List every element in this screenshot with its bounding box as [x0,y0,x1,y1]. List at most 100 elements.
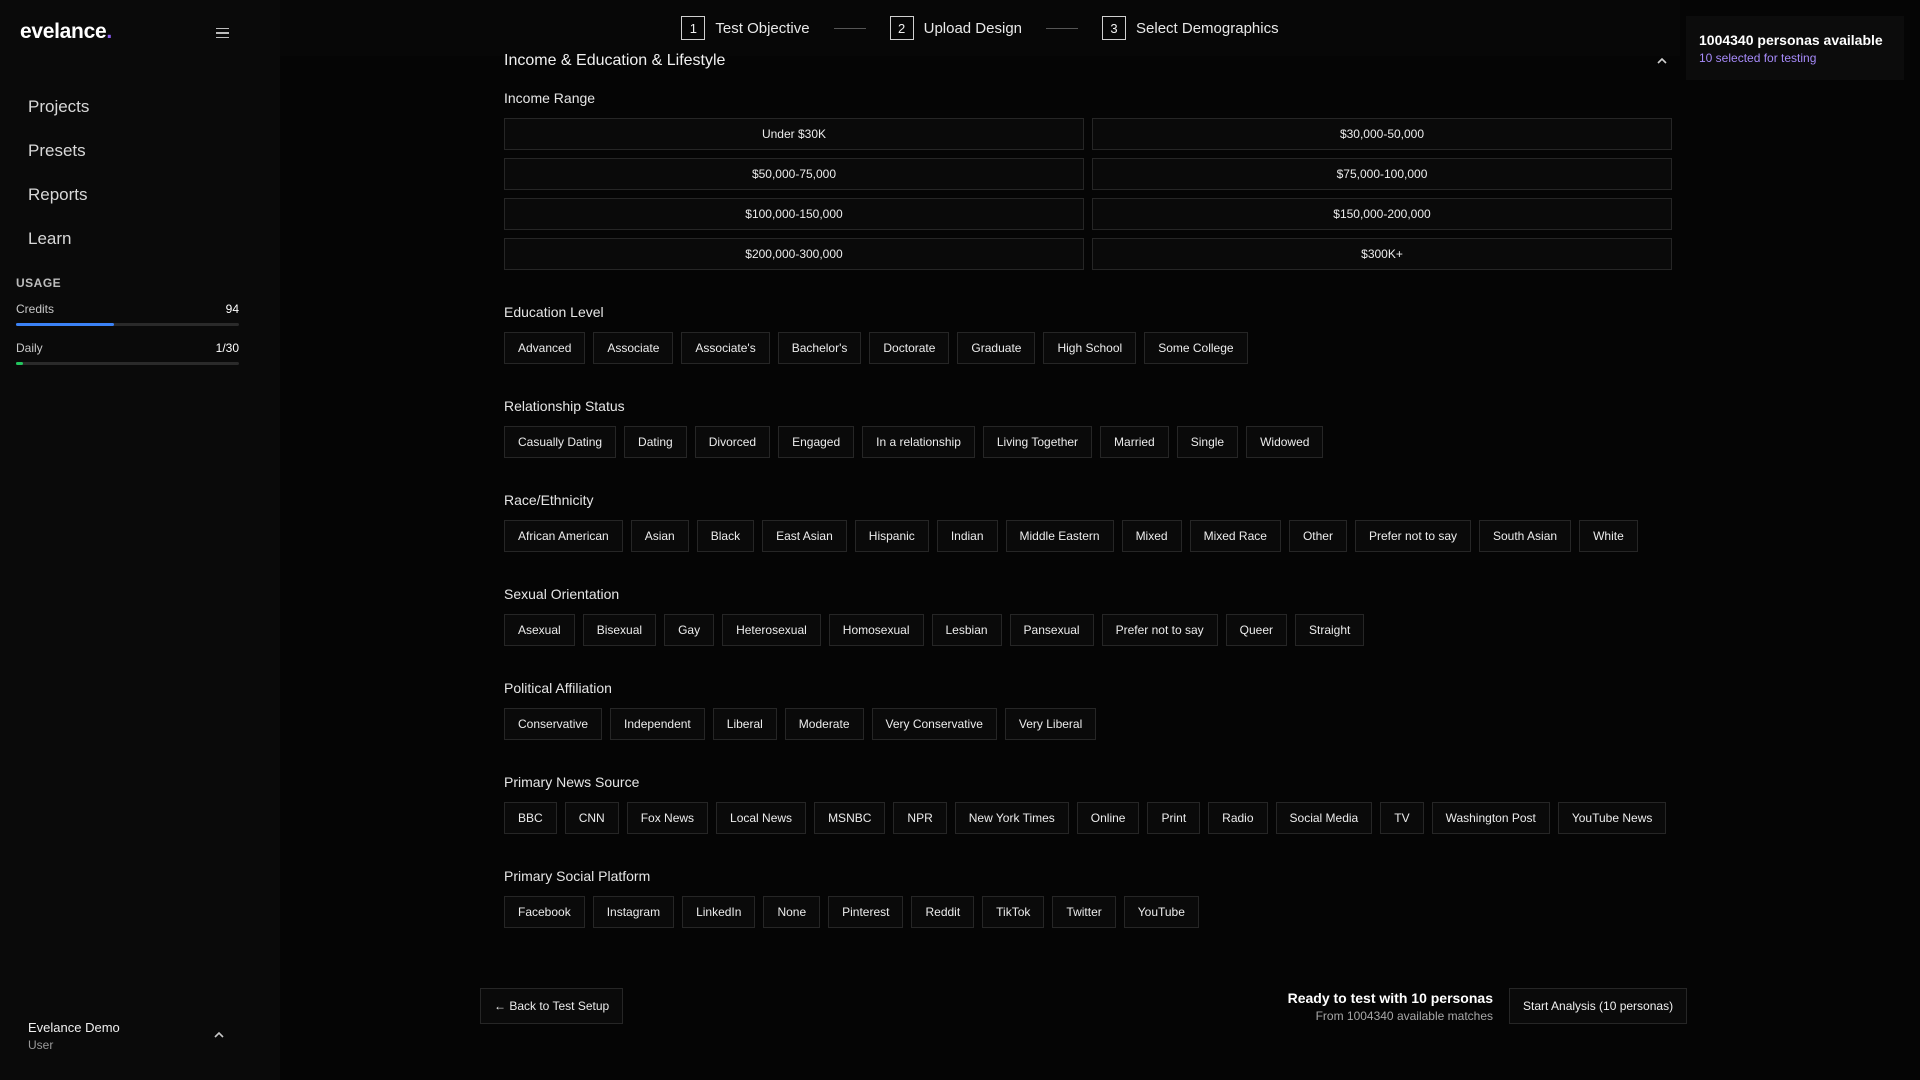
start-analysis-button[interactable]: Start Analysis (10 personas) [1509,988,1688,1024]
social-option-chip[interactable]: LinkedIn [682,896,756,928]
social-option-chip[interactable]: Twitter [1052,896,1116,928]
sidebar-item-presets[interactable]: Presets [28,136,89,180]
education-option-chip[interactable]: High School [1043,332,1137,364]
education-option-chip[interactable]: Some College [1144,332,1248,364]
credits-row: Credits 94 [16,302,239,316]
sidebar-item-reports[interactable]: Reports [28,180,89,224]
political-option-chip[interactable]: Moderate [784,708,864,740]
orientation-option-chip[interactable]: Heterosexual [722,614,821,646]
relationship-option-chip[interactable]: Divorced [694,426,771,458]
orientation-option-chip[interactable]: Asexual [504,614,575,646]
news-option-chip[interactable]: BBC [504,802,557,834]
income-option[interactable]: $75,000-100,000 [1092,158,1672,190]
race-option-chip[interactable]: Middle Eastern [1005,520,1114,552]
sidebar: evelance. Projects Presets Reports Learn… [0,0,280,1080]
news-option-chip[interactable]: Fox News [626,802,709,834]
sidebar-item-learn[interactable]: Learn [28,224,89,268]
income-option[interactable]: $100,000-150,000 [504,198,1084,230]
race-option-chip[interactable]: East Asian [762,520,847,552]
race-option-chip[interactable]: African American [504,520,623,552]
step-test-objective[interactable]: 1 Test Objective [681,16,810,40]
race-option-chip[interactable]: South Asian [1479,520,1572,552]
social-option-chip[interactable]: YouTube [1123,896,1199,928]
social-option-chip[interactable]: Reddit [911,896,975,928]
orientation-option-chip[interactable]: Lesbian [931,614,1002,646]
news-option-chip[interactable]: NPR [893,802,947,834]
news-option-chip[interactable]: Local News [716,802,807,834]
social-option-chip[interactable]: Facebook [504,896,585,928]
education-option-chip[interactable]: Advanced [504,332,586,364]
relationship-option-chip[interactable]: Married [1100,426,1169,458]
race-option-chip[interactable]: Asian [630,520,689,552]
social-option-chip[interactable]: Instagram [592,896,675,928]
education-option-chip[interactable]: Associate [593,332,674,364]
political-option-chip[interactable]: Independent [610,708,705,740]
orientation-option-chip[interactable]: Homosexual [828,614,924,646]
section-header[interactable]: Income & Education & Lifestyle [504,52,1672,70]
news-option-chip[interactable]: New York Times [954,802,1069,834]
orientation-option-chip[interactable]: Gay [664,614,715,646]
news-option-chip[interactable]: Radio [1208,802,1268,834]
news-option-chip[interactable]: YouTube News [1557,802,1667,834]
political-option-chip[interactable]: Conservative [504,708,603,740]
relationship-option-chip[interactable]: Engaged [778,426,855,458]
relationship-option-chip[interactable]: Casually Dating [504,426,617,458]
chevron-up-icon[interactable] [212,1028,226,1042]
income-option[interactable]: $300K+ [1092,238,1672,270]
step-select-demographics[interactable]: 3 Select Demographics [1102,16,1279,40]
race-option-chip[interactable]: Black [696,520,755,552]
income-option[interactable]: $30,000-50,000 [1092,118,1672,150]
orientation-option-chip[interactable]: Bisexual [582,614,657,646]
education-option-chip[interactable]: Bachelor's [777,332,862,364]
orientation-option-chip[interactable]: Prefer not to say [1101,614,1218,646]
news-option-chip[interactable]: Online [1076,802,1140,834]
race-option-chip[interactable]: Mixed [1121,520,1182,552]
news-option-chip[interactable]: Washington Post [1431,802,1550,834]
orientation-option-chip[interactable]: Pansexual [1009,614,1094,646]
relationship-option-chip[interactable]: Single [1176,426,1239,458]
news-option-chip[interactable]: Social Media [1275,802,1373,834]
orientation-option-chip[interactable]: Queer [1225,614,1287,646]
income-option[interactable]: $200,000-300,000 [504,238,1084,270]
race-option-chip[interactable]: Indian [936,520,998,552]
step-upload-design[interactable]: 2 Upload Design [889,16,1023,40]
relationship-title: Relationship Status [504,398,625,414]
income-option[interactable]: $50,000-75,000 [504,158,1084,190]
usage-title: USAGE [16,276,62,290]
sidebar-item-projects[interactable]: Projects [28,92,89,136]
social-option-chip[interactable]: Pinterest [828,896,904,928]
news-title: Primary News Source [504,774,640,790]
user-profile[interactable]: Evelance Demo User [28,1020,120,1052]
credits-progress-bar [16,323,239,326]
education-option-chip[interactable]: Graduate [957,332,1036,364]
relationship-option-chip[interactable]: In a relationship [862,426,975,458]
chevron-up-icon[interactable] [1655,54,1669,68]
news-option-chip[interactable]: MSNBC [814,802,886,834]
political-option-chip[interactable]: Very Liberal [1004,708,1097,740]
social-option-chip[interactable]: TikTok [982,896,1045,928]
income-option[interactable]: Under $30K [504,118,1084,150]
relationship-option-chip[interactable]: Dating [624,426,687,458]
relationship-option-chip[interactable]: Widowed [1246,426,1324,458]
income-option[interactable]: $150,000-200,000 [1092,198,1672,230]
relationship-option-chip[interactable]: Living Together [982,426,1093,458]
race-option-chip[interactable]: Prefer not to say [1354,520,1471,552]
back-to-test-setup-button[interactable]: ← Back to Test Setup [480,988,624,1024]
race-option-chip[interactable]: Hispanic [854,520,929,552]
political-option-chip[interactable]: Very Conservative [871,708,997,740]
news-option-chip[interactable]: CNN [564,802,619,834]
political-option-chip[interactable]: Liberal [712,708,777,740]
news-option-chip[interactable]: Print [1147,802,1201,834]
daily-value: 1/30 [215,341,239,355]
step-label: Upload Design [923,19,1023,37]
education-option-chip[interactable]: Associate's [681,332,770,364]
brand-logo[interactable]: evelance. [20,20,112,44]
orientation-option-chip[interactable]: Straight [1295,614,1365,646]
social-option-chip[interactable]: None [763,896,821,928]
race-option-chip[interactable]: White [1579,520,1638,552]
race-option-chip[interactable]: Mixed Race [1189,520,1281,552]
race-option-chip[interactable]: Other [1288,520,1347,552]
hamburger-menu-icon[interactable] [212,22,234,44]
news-option-chip[interactable]: TV [1380,802,1424,834]
education-option-chip[interactable]: Doctorate [869,332,950,364]
